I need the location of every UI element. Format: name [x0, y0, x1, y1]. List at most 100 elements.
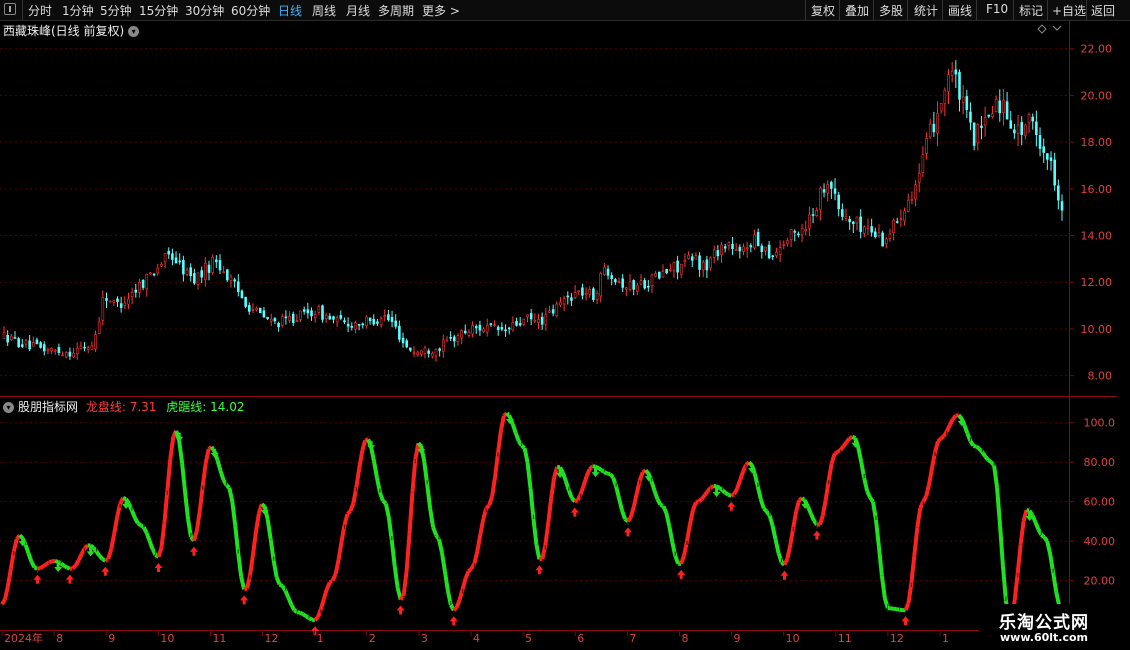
candle-body: [573, 291, 577, 299]
oscillator-segment: [431, 526, 438, 536]
oscillator-segment: [48, 559, 53, 565]
oscillator-segment: [42, 562, 48, 568]
chart-canvas[interactable]: 22.0020.0018.0016.0014.0012.0010.008.00 …: [0, 0, 1130, 650]
candle-body: [727, 242, 731, 246]
candle-body: [193, 273, 196, 284]
candle-body: [174, 257, 178, 264]
oscillator-segment: [620, 509, 627, 520]
oscillator-segment: [649, 480, 657, 492]
candle-body: [1046, 153, 1049, 160]
candle-body: [387, 314, 390, 321]
candle-body: [207, 264, 211, 273]
candle-body: [288, 316, 291, 321]
candle-body: [46, 349, 50, 352]
chevron-down-icon[interactable]: ▾: [3, 402, 14, 413]
oscillator-segment: [661, 505, 669, 514]
candle-body: [409, 347, 412, 351]
candle-body: [97, 321, 101, 335]
candle-body: [621, 278, 624, 288]
oscillator-segment: [330, 573, 338, 582]
candle-body: [584, 292, 588, 295]
candle-body: [299, 310, 302, 320]
watermark-title: 乐淘公式网: [999, 613, 1089, 633]
oscillator-segment: [141, 526, 149, 534]
price-tick-label: 16.00: [1081, 183, 1113, 196]
oscillator-segment: [721, 488, 727, 495]
candle-body: [438, 348, 441, 351]
candle-body: [2, 332, 6, 339]
candle-body: [511, 322, 515, 331]
candle-body: [123, 302, 127, 306]
candle-body: [247, 305, 251, 312]
candle-body: [127, 298, 130, 305]
oscillator-segment: [715, 484, 721, 490]
oscillator-segment: [122, 496, 127, 501]
oscillator-segment: [573, 498, 579, 504]
candle-body: [1042, 146, 1045, 153]
oscillator-segment: [510, 423, 518, 434]
candle-body: [255, 308, 258, 311]
oscillator-segment: [274, 576, 282, 586]
candle-body: [870, 226, 873, 233]
candle-body: [987, 114, 991, 117]
candle-body: [17, 338, 20, 348]
candle-body: [189, 267, 193, 277]
candle-body: [196, 272, 200, 285]
oscillator-segment: [1040, 533, 1046, 539]
candle-body: [562, 298, 566, 305]
candle-body: [178, 260, 182, 263]
candle-body: [431, 353, 434, 357]
candle-body: [899, 218, 903, 220]
oscillator-segment: [39, 564, 45, 570]
candle-body: [200, 270, 203, 278]
oscillator-segment: [467, 567, 473, 573]
date-tick-label: 5: [525, 632, 532, 645]
oscillator-segment: [597, 466, 603, 472]
candle-body: [1027, 114, 1031, 123]
oscillator-segment: [346, 509, 352, 516]
date-tick-label: 7: [629, 632, 636, 645]
candle-body: [863, 226, 866, 234]
oscillator-segment: [809, 513, 816, 522]
oscillator-segment: [972, 443, 977, 449]
oscillator-segment: [709, 484, 715, 490]
candle-body: [969, 111, 972, 123]
candle-body: [972, 122, 976, 146]
candle-body: [354, 322, 357, 330]
candle-body: [1005, 101, 1009, 120]
candle-body: [764, 246, 767, 252]
price-tick-label: 18.00: [1081, 136, 1113, 149]
candle-body: [251, 309, 255, 311]
candle-body: [185, 269, 189, 275]
candle-body: [229, 276, 233, 282]
candle-body: [756, 232, 760, 247]
tiger-line-value: 虎踞线: 14.02: [166, 400, 245, 414]
candle-body: [108, 300, 112, 303]
candle-body: [939, 103, 943, 112]
candle-body: [921, 154, 925, 173]
chevron-down-icon[interactable]: ▾: [128, 26, 140, 37]
date-tick-label: 10: [160, 632, 174, 645]
candle-body: [932, 123, 936, 133]
candle-body: [1009, 120, 1013, 129]
oscillator-segment: [962, 424, 970, 435]
oscillator-segment: [156, 546, 164, 558]
oscillator-segment: [608, 472, 615, 479]
candle-body: [661, 270, 665, 278]
candle-body: [280, 316, 284, 326]
candle-body: [152, 273, 156, 276]
oscillator-segment: [321, 588, 329, 600]
candle-body: [826, 184, 830, 194]
candle-body: [877, 232, 881, 236]
candle-body: [731, 243, 734, 249]
candle-body: [376, 321, 379, 324]
oscillator-segment: [118, 497, 125, 505]
candle-body: [160, 264, 163, 267]
oscillator-segment: [968, 440, 976, 447]
candle-body: [742, 246, 745, 252]
candle-body: [577, 290, 581, 293]
candle-body: [116, 298, 119, 302]
candle-body: [529, 313, 533, 320]
candle-body: [1013, 129, 1016, 134]
candle-body: [709, 257, 712, 269]
